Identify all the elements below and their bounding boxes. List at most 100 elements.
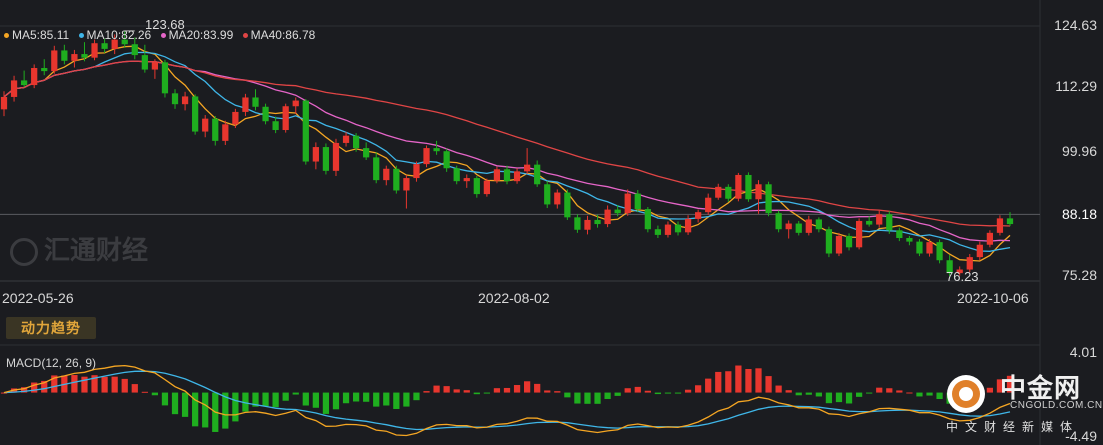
macd-histogram-bar <box>926 392 933 396</box>
macd-histogram-bar <box>805 392 812 395</box>
candle-body <box>996 218 1004 233</box>
candle-body <box>222 124 229 141</box>
macd-histogram-bar <box>825 392 833 404</box>
candlestick-series <box>0 30 1014 277</box>
macd-histogram-bar <box>524 381 531 393</box>
macd-histogram-bar <box>171 392 179 415</box>
macd-histogram-bar <box>765 376 772 393</box>
macd-histogram-bar <box>906 392 913 394</box>
candle-body <box>604 209 611 225</box>
logo-url: CNGOLD.COM.CN <box>1010 400 1103 411</box>
macd-histogram-bar <box>644 390 651 393</box>
macd-histogram-bar <box>483 392 490 394</box>
candle-body <box>171 93 179 105</box>
candle-body <box>755 184 762 200</box>
macd-histogram-bar <box>393 392 400 409</box>
macd-histogram-bar <box>282 392 289 401</box>
candle-body <box>202 118 209 132</box>
watermark-icon <box>10 238 38 267</box>
candle-body <box>473 178 480 195</box>
x-tick-label: 2022-05-26 <box>2 290 74 306</box>
y-tick-label: 99.96 <box>1061 143 1097 159</box>
candle-body <box>252 97 259 107</box>
candle-body <box>352 135 360 149</box>
chart-canvas <box>0 0 1041 445</box>
macd-histogram-bar <box>936 392 943 400</box>
candle-body <box>594 219 601 225</box>
candle-body <box>232 111 239 125</box>
macd-histogram-bar <box>795 392 802 396</box>
macd-histogram-bar <box>121 378 128 393</box>
candle-body <box>705 197 712 213</box>
candle-body <box>493 169 501 181</box>
candle-body <box>725 186 732 199</box>
candle-body <box>906 238 913 242</box>
macd-histogram-bar <box>584 392 591 404</box>
candle-body <box>866 220 873 225</box>
candle-body <box>192 96 199 132</box>
macd-histogram-bar <box>845 392 853 404</box>
candle-body <box>715 186 722 198</box>
x-tick-label: 2022-08-02 <box>478 290 550 306</box>
macd-histogram-bar <box>554 391 561 393</box>
macd-histogram-bar <box>614 392 621 396</box>
macd-histogram-bar <box>262 392 269 407</box>
candle-body <box>855 220 863 248</box>
macd-histogram-bar <box>705 378 712 393</box>
candle-body <box>513 171 521 182</box>
macd-histogram-bar <box>363 392 370 402</box>
macd-histogram-bar <box>886 388 893 393</box>
macd-histogram-bar <box>785 390 792 393</box>
candle-body <box>614 209 621 214</box>
candle-body <box>322 147 330 171</box>
macd-histogram-bar <box>302 392 309 406</box>
macd-histogram-bar <box>443 386 450 393</box>
legend-ma5: MA5:85.11 <box>4 28 69 42</box>
macd-histogram-bar <box>373 392 380 407</box>
macd-histogram-bar <box>684 389 692 393</box>
macd-histogram-bar <box>111 376 118 393</box>
candle-body <box>986 232 993 245</box>
candle-body <box>141 55 148 70</box>
candle-body <box>383 168 390 181</box>
macd-histogram-bar <box>332 392 340 410</box>
candle-body <box>262 106 269 122</box>
candle-body <box>403 178 410 191</box>
macd-histogram-bar <box>413 392 420 401</box>
candle-body <box>584 219 591 230</box>
y-tick-label: 124.63 <box>1054 17 1097 33</box>
candle-body <box>443 151 450 169</box>
candle-body <box>312 147 319 162</box>
macd-histogram-bar <box>383 392 390 406</box>
macd-histogram-bar <box>896 390 903 393</box>
macd-histogram-bar <box>403 392 410 407</box>
legend-ma10: MA10:82.26 <box>78 28 151 42</box>
macd-histogram-bar <box>503 387 511 393</box>
macd-histogram-bar <box>654 392 662 395</box>
macd-histogram-bar <box>292 392 299 395</box>
candle-body <box>654 229 662 235</box>
macd-histogram-bar <box>755 368 762 393</box>
candle-body <box>363 148 370 158</box>
macd-histogram-bar <box>634 386 641 393</box>
candle-body <box>815 219 822 230</box>
macd-histogram-bar <box>433 385 440 393</box>
candle-body <box>0 96 8 110</box>
macd-histogram-bar <box>534 383 541 393</box>
watermark: 汇通财经 <box>10 230 148 267</box>
candle-body <box>886 214 893 231</box>
indicator-badge[interactable]: 动力趋势 <box>6 317 96 339</box>
candle-body <box>936 242 943 261</box>
candle-body <box>695 212 702 219</box>
candle-body <box>534 164 541 185</box>
macd-histogram-bar <box>695 385 702 393</box>
macd-title: MACD(12, 26, 9) <box>6 356 97 370</box>
candle-body <box>101 43 108 49</box>
candle-body <box>775 213 782 230</box>
logo-mark <box>947 375 985 413</box>
high-annotation: 123.68 <box>145 17 185 32</box>
candle-body <box>926 242 933 254</box>
ma-line-40 <box>3 60 1011 227</box>
macd-histogram-bar <box>473 392 480 395</box>
candle-body <box>483 180 490 195</box>
